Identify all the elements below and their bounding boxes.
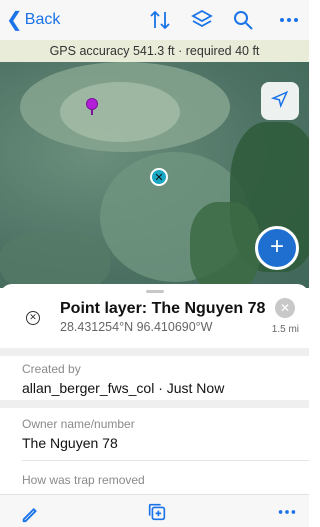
gps-accuracy-banner: GPS accuracy 541.3 ft · required 40 ft bbox=[0, 40, 309, 62]
field-owner-name[interactable]: Owner name/number The Nguyen 78 bbox=[22, 417, 302, 451]
sheet-drag-handle[interactable] bbox=[146, 290, 164, 293]
layers-icon[interactable] bbox=[190, 8, 214, 32]
more-icon[interactable] bbox=[276, 501, 298, 523]
field-value: The Nguyen 78 bbox=[22, 435, 118, 451]
locate-button[interactable] bbox=[261, 82, 299, 120]
map-tidal-flat bbox=[60, 82, 180, 142]
field-value: allan_berger_fws_col · Just Now bbox=[22, 380, 225, 396]
search-icon[interactable] bbox=[231, 8, 255, 32]
sort-icon[interactable] bbox=[148, 8, 172, 32]
feature-coordinates: 28.431254°N 96.410690°W bbox=[60, 320, 213, 334]
feature-detail-sheet: ✕ Point layer: The Nguyen 78 28.431254°N… bbox=[0, 284, 309, 494]
map-vegetation bbox=[190, 202, 260, 288]
close-icon[interactable]: ✕ bbox=[275, 298, 295, 318]
feature-header: ✕ Point layer: The Nguyen 78 28.431254°N… bbox=[0, 294, 309, 344]
section-divider bbox=[0, 400, 309, 408]
field-label: How was trap removed bbox=[22, 473, 145, 487]
point-symbol-icon: ✕ bbox=[26, 311, 40, 325]
back-label: Back bbox=[24, 11, 61, 28]
top-navigation-bar: ❮ Back bbox=[0, 0, 309, 40]
edit-pencil-icon[interactable] bbox=[20, 501, 42, 523]
plus-icon: + bbox=[269, 233, 284, 260]
selected-point-marker[interactable]: ✕ bbox=[150, 168, 168, 186]
map-pin-stem bbox=[91, 109, 93, 115]
field-created-by: Created by allan_berger_fws_col · Just N… bbox=[22, 362, 302, 396]
more-icon[interactable] bbox=[277, 8, 301, 32]
map-vegetation bbox=[0, 232, 110, 288]
field-label: Created by bbox=[22, 362, 81, 376]
add-feature-button[interactable]: + bbox=[255, 226, 299, 270]
copy-add-icon[interactable] bbox=[146, 501, 168, 523]
feature-title: Point layer: The Nguyen 78 bbox=[60, 300, 266, 317]
back-button[interactable]: ❮ Back bbox=[6, 10, 60, 30]
bottom-toolbar bbox=[0, 494, 309, 527]
chevron-left-icon: ❮ bbox=[6, 9, 23, 31]
section-divider bbox=[0, 348, 309, 356]
field-divider bbox=[22, 460, 309, 461]
feature-distance: 1.5 mi bbox=[271, 324, 299, 335]
locate-arrow-icon bbox=[270, 90, 289, 113]
field-label: Owner name/number bbox=[22, 417, 135, 431]
field-trap-removal[interactable]: How was trap removed bbox=[22, 473, 302, 491]
